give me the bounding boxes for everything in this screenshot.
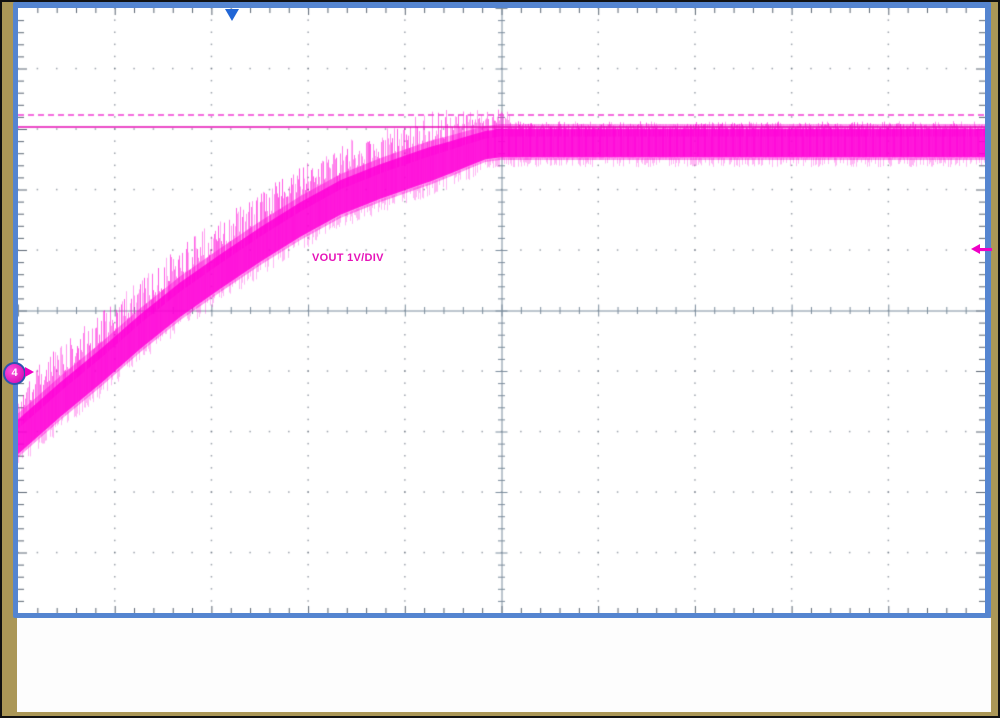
waveform-display-area (18, 8, 985, 613)
trigger-level-marker[interactable] (971, 244, 992, 255)
waveform-canvas (18, 8, 985, 613)
graticule-frame (13, 2, 991, 618)
trace-label: VOUT 1V/DIV (312, 252, 384, 264)
oscilloscope-screen: 4 VOUT 1V/DIV C4 50.0mV Offset:600mV 1MΩ… (0, 0, 1000, 718)
readout-panel: C4 50.0mV Offset:600mV 1MΩ BW:20.0M V1 7… (17, 618, 991, 712)
trigger-position-marker-icon[interactable] (225, 9, 239, 21)
arrow-tail (979, 248, 992, 251)
channel4-arrow-icon (25, 367, 34, 377)
channel4-reference-marker[interactable]: 4 (3, 362, 26, 385)
